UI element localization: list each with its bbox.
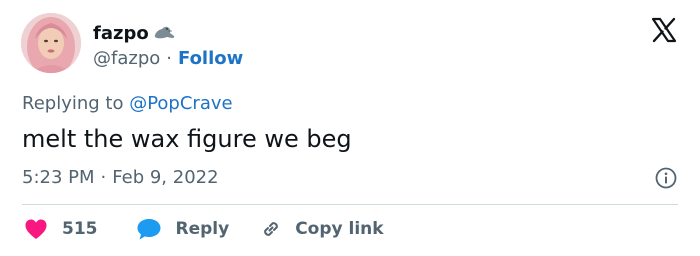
replying-to-prefix: Replying to bbox=[22, 93, 130, 114]
tweet-date: Feb 9, 2022 bbox=[112, 167, 219, 188]
avatar[interactable] bbox=[21, 13, 81, 73]
action-bar: 515 Reply Copy link bbox=[24, 217, 384, 241]
like-count: 515 bbox=[62, 219, 98, 239]
author-handle-row: @fazpo · Follow bbox=[93, 48, 243, 70]
tweet-text: melt the wax figure we beg bbox=[22, 125, 352, 153]
reply-label: Reply bbox=[175, 219, 230, 239]
avatar-image bbox=[21, 13, 81, 73]
info-icon[interactable] bbox=[654, 166, 678, 190]
speech-bubble-icon bbox=[136, 217, 162, 241]
timestamp-separator: · bbox=[100, 167, 107, 188]
replying-to-mention[interactable]: @PopCrave bbox=[129, 93, 232, 114]
seal-icon bbox=[153, 21, 177, 47]
copy-link-button[interactable]: Copy link bbox=[259, 217, 384, 241]
follow-button[interactable]: Follow bbox=[178, 48, 243, 70]
replying-to: Replying to @PopCrave bbox=[22, 93, 233, 115]
link-icon bbox=[259, 217, 283, 241]
handle-separator: · bbox=[166, 48, 172, 69]
author-display-name[interactable]: fazpo bbox=[93, 23, 149, 45]
heart-icon bbox=[24, 218, 48, 240]
tweet-time: 5:23 PM bbox=[22, 167, 95, 188]
author-name-row[interactable]: fazpo bbox=[93, 21, 177, 47]
reply-button[interactable]: Reply bbox=[136, 217, 230, 241]
x-logo-icon[interactable] bbox=[650, 16, 678, 44]
divider bbox=[22, 204, 678, 205]
tweet-timestamp[interactable]: 5:23 PM · Feb 9, 2022 bbox=[22, 167, 219, 189]
like-button[interactable]: 515 bbox=[24, 218, 98, 240]
author-handle[interactable]: @fazpo bbox=[93, 48, 160, 70]
copy-link-label: Copy link bbox=[295, 219, 384, 239]
